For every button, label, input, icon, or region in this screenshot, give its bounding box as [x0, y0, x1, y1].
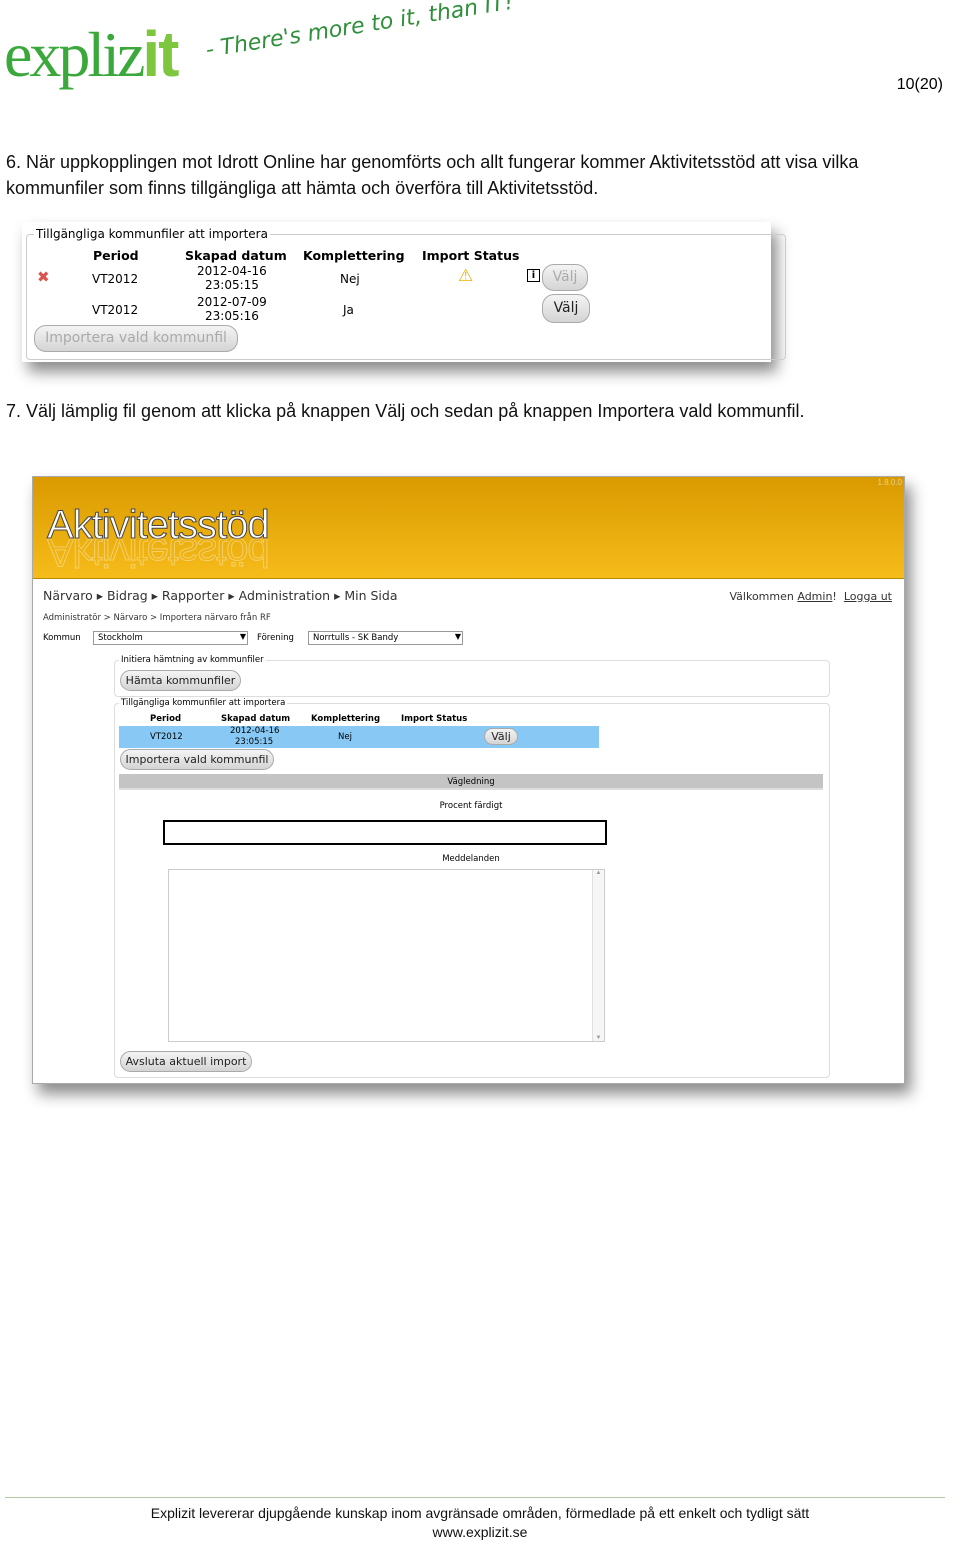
footer-url: www.explizit.se: [432, 1524, 528, 1540]
breadcrumb: Administratör > Närvaro > Importera närv…: [43, 613, 271, 623]
chevron-down-icon: ▼: [454, 632, 461, 641]
table-row-selected[interactable]: VT2012 2012-04-16 23:05:15 Nej Välj: [119, 726, 599, 748]
time: 23:05:15: [205, 278, 259, 292]
komplettering: Ja: [343, 303, 354, 317]
period: VT2012: [92, 303, 139, 317]
nav-administration[interactable]: Administration: [239, 588, 330, 603]
files-legend: Tillgängliga kommunfiler att importera: [34, 227, 270, 241]
select-button[interactable]: Välj: [542, 294, 590, 323]
app-header: Aktivitetsstöd Aktivitetsstöd 1.8.0.0: [33, 477, 904, 579]
version: 1.8.0.0: [877, 478, 902, 487]
exclam: !: [832, 590, 837, 603]
time: 23:05:16: [205, 309, 259, 323]
col-date: Skapad datum: [185, 248, 287, 263]
select-button-disabled: Välj: [542, 264, 588, 291]
fetch-files-button[interactable]: Hämta kommunfiler: [120, 670, 241, 691]
user-link[interactable]: Admin: [797, 590, 832, 603]
red-x-icon[interactable]: ✖: [37, 268, 50, 286]
forening-label: Förening: [257, 633, 294, 643]
col-period: Period: [150, 714, 182, 724]
col-date: Skapad datum: [221, 714, 291, 724]
nav-rapporter[interactable]: Rapporter: [162, 588, 224, 603]
welcome-text: Välkommen: [729, 590, 794, 603]
nav-narvaro[interactable]: Närvaro: [43, 588, 93, 603]
messages-textarea[interactable]: ▲ ▼: [168, 869, 605, 1042]
komplettering: Nej: [340, 272, 360, 286]
period: VT2012: [150, 732, 183, 742]
kommun-label: Kommun: [43, 633, 81, 643]
col-period: Period: [93, 248, 139, 263]
messages-label: Meddelanden: [442, 854, 500, 864]
abort-import-button[interactable]: Avsluta aktuell import: [120, 1051, 252, 1072]
forening-select[interactable]: Norrtulls - SK Bandy ▼: [308, 631, 463, 645]
period: VT2012: [92, 272, 139, 286]
screenshot-aktivitetsstod: Aktivitetsstöd Aktivitetsstöd 1.8.0.0 Nä…: [32, 476, 905, 1084]
col-komplettering: Komplettering: [311, 714, 381, 724]
screenshot-available-files: Tillgängliga kommunfiler att importera P…: [22, 222, 786, 362]
forening-value: Norrtulls - SK Bandy: [313, 633, 399, 643]
import-selected-button: Importera vald kommunfil: [34, 325, 238, 352]
page-number: 10(20): [896, 76, 943, 93]
footer-text: Explizit levererar djupgående kunskap in…: [150, 1505, 810, 1521]
progress-bar: [163, 820, 607, 845]
explizit-logo: explizit: [4, 18, 179, 90]
kommun-select[interactable]: Stockholm ▼: [93, 631, 248, 645]
warning-icon: ⚠: [458, 266, 474, 286]
files-legend: Tillgängliga kommunfiler att importera: [119, 698, 288, 708]
import-selected-button[interactable]: Importera vald kommunfil: [120, 749, 274, 770]
date: 2012-04-16: [197, 264, 267, 278]
scrollbar[interactable]: ▲ ▼: [592, 870, 604, 1041]
time: 23:05:15: [235, 737, 274, 747]
scroll-up-icon[interactable]: ▲: [593, 870, 604, 876]
col-import-status: Import Status: [422, 248, 520, 263]
nav-min-sida[interactable]: Min Sida: [344, 588, 397, 603]
komplettering: Nej: [338, 732, 352, 742]
select-button[interactable]: Välj: [484, 728, 518, 745]
main-nav: Närvaro ▸ Bidrag ▸ Rapporter ▸ Administr…: [43, 588, 398, 603]
step-6-text: 6. När uppkopplingen mot Idrott Online h…: [6, 152, 859, 198]
step-7-text: 7. Välj lämplig fil genom att klicka på …: [6, 401, 805, 421]
guide-header: Vägledning: [119, 774, 823, 790]
nav-bidrag[interactable]: Bidrag: [107, 588, 148, 603]
scroll-down-icon[interactable]: ▼: [593, 1035, 604, 1041]
date: 2012-04-16: [230, 726, 280, 736]
tagline: - There's more to it, than IT!: [204, 0, 516, 63]
chevron-down-icon: ▼: [239, 632, 246, 641]
date: 2012-07-09: [197, 295, 267, 309]
footer-divider: [5, 1497, 945, 1498]
fetch-legend: Initiera hämtning av kommunfiler: [119, 655, 266, 665]
logout-link[interactable]: Logga ut: [844, 590, 892, 603]
col-import-status: Import Status: [401, 714, 468, 724]
kommun-value: Stockholm: [98, 633, 143, 643]
col-komplettering: Komplettering: [303, 248, 405, 263]
progress-label: Procent färdigt: [439, 801, 503, 811]
info-icon[interactable]: i: [527, 269, 540, 282]
app-title-reflection: Aktivitetsstöd: [47, 530, 270, 575]
